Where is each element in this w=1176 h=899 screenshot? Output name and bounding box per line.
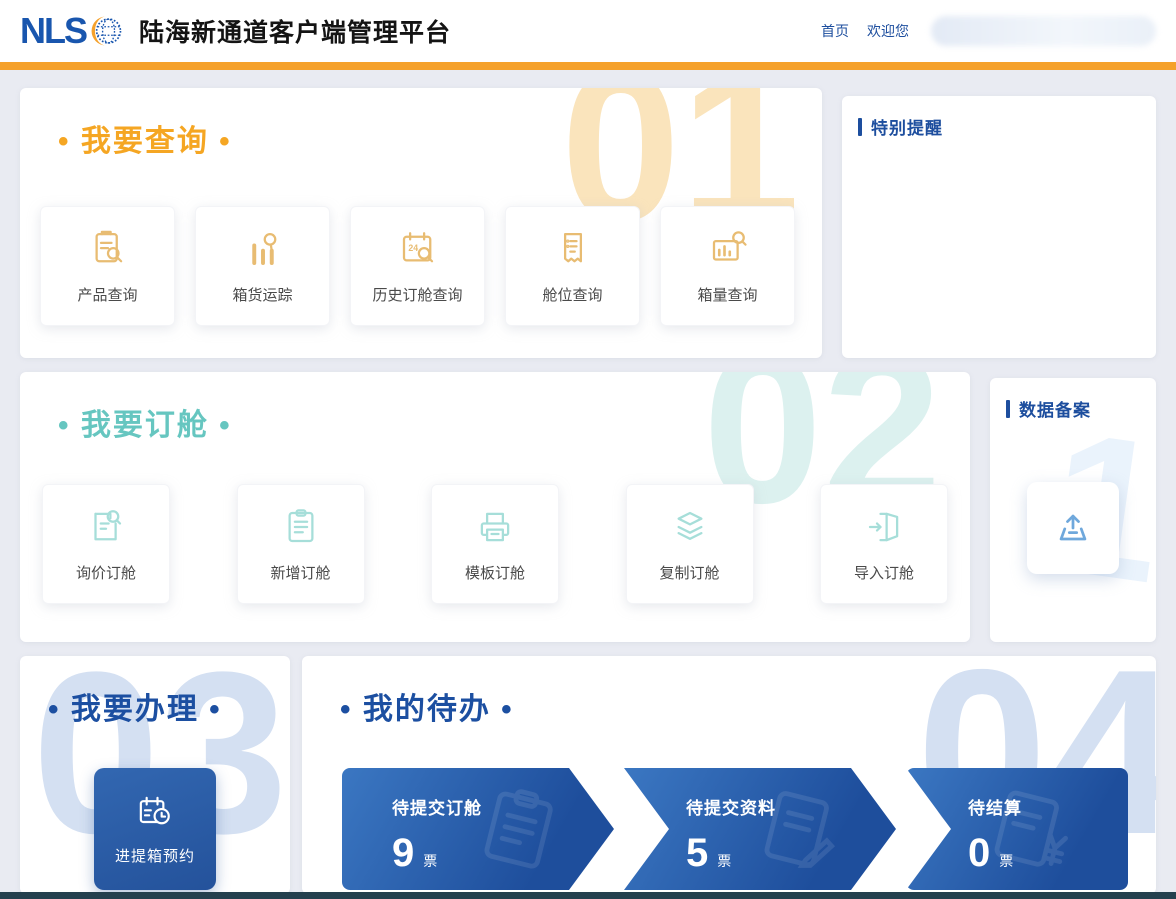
chart-search-icon xyxy=(707,228,749,270)
card-product-query[interactable]: 产品查询 xyxy=(40,206,175,326)
receipt-icon xyxy=(552,228,594,270)
heading-bar xyxy=(1006,400,1010,418)
clipboard-icon xyxy=(280,506,322,548)
banner-unit: 票 xyxy=(423,851,437,871)
globe-logo-icon xyxy=(89,14,123,48)
app-header: NLS 陆海新通道客户端管理平台 首页 欢迎您 xyxy=(0,0,1176,62)
banner-unit: 票 xyxy=(717,851,731,871)
banner-count: 9 xyxy=(392,833,414,873)
card-label: 模板订舱 xyxy=(465,562,525,583)
section-handle-title: • 我要办理 • xyxy=(20,656,290,728)
data-filing-upload-button[interactable] xyxy=(1027,482,1119,574)
document-search-icon xyxy=(85,506,127,548)
banner-unit: 票 xyxy=(999,851,1013,871)
todo-banner-pending-documents[interactable]: 待提交资料 5 票 xyxy=(624,768,896,890)
bar-chart-search-icon xyxy=(242,228,284,270)
banner-label: 待提交订舱 xyxy=(392,794,614,819)
layers-icon xyxy=(669,506,711,548)
card-label: 新增订舱 xyxy=(270,562,330,583)
card-label: 复制订舱 xyxy=(659,562,719,583)
accent-bar xyxy=(0,62,1176,70)
page-title: 陆海新通道客户端管理平台 xyxy=(139,13,451,49)
banner-count: 5 xyxy=(686,833,708,873)
card-container-appointment[interactable]: 进提箱预约 xyxy=(94,768,216,890)
card-volume-query[interactable]: 箱量查询 xyxy=(660,206,795,326)
printer-icon xyxy=(474,506,516,548)
card-label: 导入订舱 xyxy=(854,562,914,583)
welcome-text: 欢迎您 xyxy=(867,21,909,41)
heading-bar xyxy=(858,118,862,136)
data-filing-title: 数据备案 xyxy=(1019,396,1091,421)
clipboard-search-icon xyxy=(87,228,129,270)
section-todo-title: • 我的待办 • xyxy=(302,656,1156,728)
card-inquiry-booking[interactable]: 询价订舱 xyxy=(42,484,170,604)
card-label: 舱位查询 xyxy=(542,284,602,305)
calendar-search-icon: 24 xyxy=(397,228,439,270)
card-label: 产品查询 xyxy=(77,284,137,305)
card-label: 箱货运踪 xyxy=(232,284,292,305)
card-template-booking[interactable]: 模板订舱 xyxy=(431,484,559,604)
card-new-booking[interactable]: 新增订舱 xyxy=(237,484,365,604)
panel-special-reminder: 特别提醒 xyxy=(842,96,1156,358)
logo-text: NLS xyxy=(20,10,86,52)
upload-icon xyxy=(1051,506,1095,550)
calendar-clock-icon xyxy=(135,792,175,832)
banner-count: 0 xyxy=(968,833,990,873)
card-space-query[interactable]: 舱位查询 xyxy=(505,206,640,326)
card-label: 历史订舱查询 xyxy=(372,284,462,305)
section-todo: 04 • 我的待办 • 待提交订舱 9 xyxy=(302,656,1156,894)
nav-home-link[interactable]: 首页 xyxy=(821,21,849,41)
top-nav: 首页 欢迎您 xyxy=(821,16,1156,46)
logo: NLS xyxy=(20,10,123,52)
section-query: 01 • 我要查询 • 产品查询 xyxy=(20,88,822,358)
card-history-booking-query[interactable]: 24 历史订舱查询 xyxy=(350,206,485,326)
card-label: 询价订舱 xyxy=(76,562,136,583)
card-copy-booking[interactable]: 复制订舱 xyxy=(626,484,754,604)
banner-label: 待提交资料 xyxy=(686,794,896,819)
svg-text:24: 24 xyxy=(408,242,418,252)
user-name-redacted xyxy=(931,16,1156,46)
section-booking-title: • 我要订舱 • xyxy=(20,372,970,444)
card-import-booking[interactable]: 导入订舱 xyxy=(820,484,948,604)
special-reminder-title: 特别提醒 xyxy=(871,114,943,139)
blue-card-label: 进提箱预约 xyxy=(115,845,195,866)
card-label: 箱量查询 xyxy=(697,284,757,305)
banner-label: 待结算 xyxy=(968,794,1128,819)
section-booking: 02 • 我要订舱 • 询价订舱 xyxy=(20,372,970,642)
todo-banner-pending-settlement[interactable]: 待结算 0 票 xyxy=(906,768,1128,890)
import-door-icon xyxy=(863,506,905,548)
panel-data-filing: 1 数据备案 xyxy=(990,378,1156,642)
bottom-strip xyxy=(0,892,1176,899)
section-handle: 03 • 我要办理 • 进提箱预约 xyxy=(20,656,290,894)
todo-banner-pending-booking[interactable]: 待提交订舱 9 票 xyxy=(342,768,614,890)
section-query-title: • 我要查询 • xyxy=(20,88,822,160)
card-container-tracking[interactable]: 箱货运踪 xyxy=(195,206,330,326)
